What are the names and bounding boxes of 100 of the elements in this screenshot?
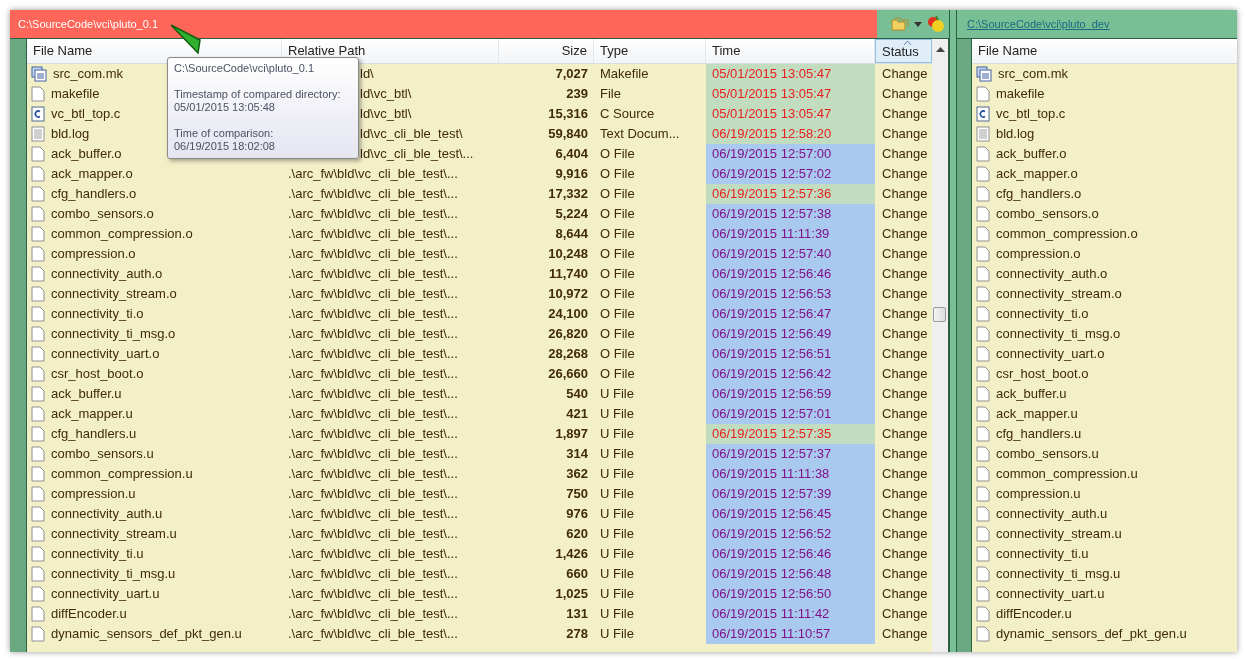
file-type: O File (600, 346, 635, 361)
modified-time: 06/19/2015 12:56:52 (706, 524, 875, 544)
file-icon (31, 226, 45, 242)
file-icon (976, 446, 990, 462)
file-size: 620 (566, 526, 588, 541)
file-name: ack_buffer.u (996, 385, 1067, 403)
tooltip-label: Timestamp of compared directory: (174, 88, 342, 101)
file-name: diffEncoder.u (996, 605, 1072, 623)
modified-time: 06/19/2015 12:56:47 (706, 304, 875, 324)
relative-path: .\arc_fw\bld\vc_cli_ble_test\... (288, 486, 458, 501)
file-name: ack_mapper.o (51, 165, 133, 183)
column-header[interactable]: Size (499, 39, 594, 63)
column-header[interactable]: File Name (972, 39, 1237, 63)
file-size: 314 (566, 446, 588, 461)
file-icon (31, 626, 45, 642)
file-icon (31, 146, 45, 162)
relative-path: .\arc_fw\bld\vc_cli_ble_test\... (288, 406, 458, 421)
file-name: makefile (51, 85, 100, 103)
relative-path: .\arc_fw\bld\vc_cli_ble_test\... (288, 606, 458, 621)
file-size: 10,972 (548, 286, 588, 301)
file-size: 17,332 (548, 186, 588, 201)
file-name: connectivity_uart.o (51, 345, 160, 363)
modified-time: 06/19/2015 12:56:50 (706, 584, 875, 604)
vertical-scrollbar[interactable] (932, 39, 949, 652)
scroll-up-icon[interactable] (935, 47, 945, 52)
file-name: bld.log (996, 125, 1035, 143)
file-size: 976 (566, 506, 588, 521)
column-header[interactable]: Status (875, 39, 932, 63)
file-icon (31, 186, 45, 202)
file-name: compression.u (996, 485, 1081, 503)
file-icon (976, 426, 990, 442)
file-status: Change (882, 246, 928, 261)
file-status: Change (882, 206, 928, 221)
file-icon (31, 426, 45, 442)
file-name: makefile (996, 85, 1045, 103)
file-status: Change (882, 506, 928, 521)
file-name: connectivity_ti_msg.u (51, 565, 176, 583)
c-file-icon (976, 106, 990, 122)
file-size: 750 (566, 486, 588, 501)
file-name: connectivity_ti_msg.u (996, 565, 1121, 583)
file-name: compression.u (51, 485, 136, 503)
file-icon (31, 306, 45, 322)
file-type: U File (600, 406, 634, 421)
modified-time: 05/01/2015 13:05:47 (706, 104, 875, 124)
file-type: O File (600, 206, 635, 221)
modified-time: 06/19/2015 12:56:46 (706, 264, 875, 284)
file-size: 1,897 (555, 426, 588, 441)
modified-time: 06/19/2015 12:57:37 (706, 444, 875, 464)
modified-time: 06/19/2015 12:56:45 (706, 504, 875, 524)
file-size: 6,404 (555, 146, 588, 161)
c-file-icon (31, 106, 45, 122)
file-name: common_compression.o (51, 225, 193, 243)
file-icon (976, 246, 990, 262)
modified-time: 06/19/2015 12:58:20 (706, 124, 875, 144)
file-name: connectivity_stream.o (51, 285, 177, 303)
modified-time: 06/19/2015 12:56:46 (706, 544, 875, 564)
file-icon (31, 86, 45, 102)
file-status: Change (882, 466, 928, 481)
tooltip-value: 05/01/2015 13:05:48 (174, 101, 276, 114)
fruit-icon[interactable] (927, 15, 945, 33)
file-status: Change (882, 366, 928, 381)
relative-path: ld\ (360, 66, 374, 81)
relative-path: .\arc_fw\bld\vc_cli_ble_test\... (288, 506, 458, 521)
file-name: ack_mapper.o (996, 165, 1078, 183)
file-type: C Source (600, 106, 655, 121)
file-type: U File (600, 386, 634, 401)
file-icon (31, 166, 45, 182)
relative-path: .\arc_fw\bld\vc_cli_ble_test\... (288, 346, 458, 361)
file-icon (976, 526, 990, 542)
text-file-icon (31, 126, 45, 142)
file-icon (976, 226, 990, 242)
file-icon (31, 206, 45, 222)
modified-time: 06/19/2015 12:57:35 (706, 424, 875, 444)
file-status: Change (882, 566, 928, 581)
file-size: 239 (566, 86, 588, 101)
file-type: U File (600, 586, 634, 601)
file-name: dynamic_sensors_def_pkt_gen.u (51, 625, 242, 643)
relative-path: .\arc_fw\bld\vc_cli_ble_test\... (288, 326, 458, 341)
modified-time: 06/19/2015 12:57:40 (706, 244, 875, 264)
file-status: Change (882, 66, 928, 81)
file-size: 9,916 (555, 166, 588, 181)
column-header[interactable]: Type (594, 39, 706, 63)
modified-time: 06/19/2015 11:11:42 (706, 604, 875, 624)
file-name: combo_sensors.u (996, 445, 1099, 463)
file-name: csr_host_boot.o (996, 365, 1089, 383)
file-type: O File (600, 306, 635, 321)
file-name: ack_mapper.u (51, 405, 133, 423)
file-name: bld.log (51, 125, 90, 143)
file-name: connectivity_auth.u (996, 505, 1108, 523)
caret-icon[interactable] (914, 21, 922, 27)
file-icon (976, 566, 990, 582)
relative-path: .\arc_fw\bld\vc_cli_ble_test\... (288, 386, 458, 401)
relative-path: ld\vc_btl\ (360, 106, 412, 121)
file-status: Change (882, 346, 928, 361)
modified-time: 06/19/2015 12:57:39 (706, 484, 875, 504)
scroll-thumb[interactable] (933, 307, 946, 322)
tooltip-path: C:\SourceCode\vci\pluto_0.1 (174, 62, 316, 75)
file-size: 278 (566, 626, 588, 641)
file-icon (976, 166, 990, 182)
relative-path: .\arc_fw\bld\vc_cli_ble_test\... (288, 186, 458, 201)
